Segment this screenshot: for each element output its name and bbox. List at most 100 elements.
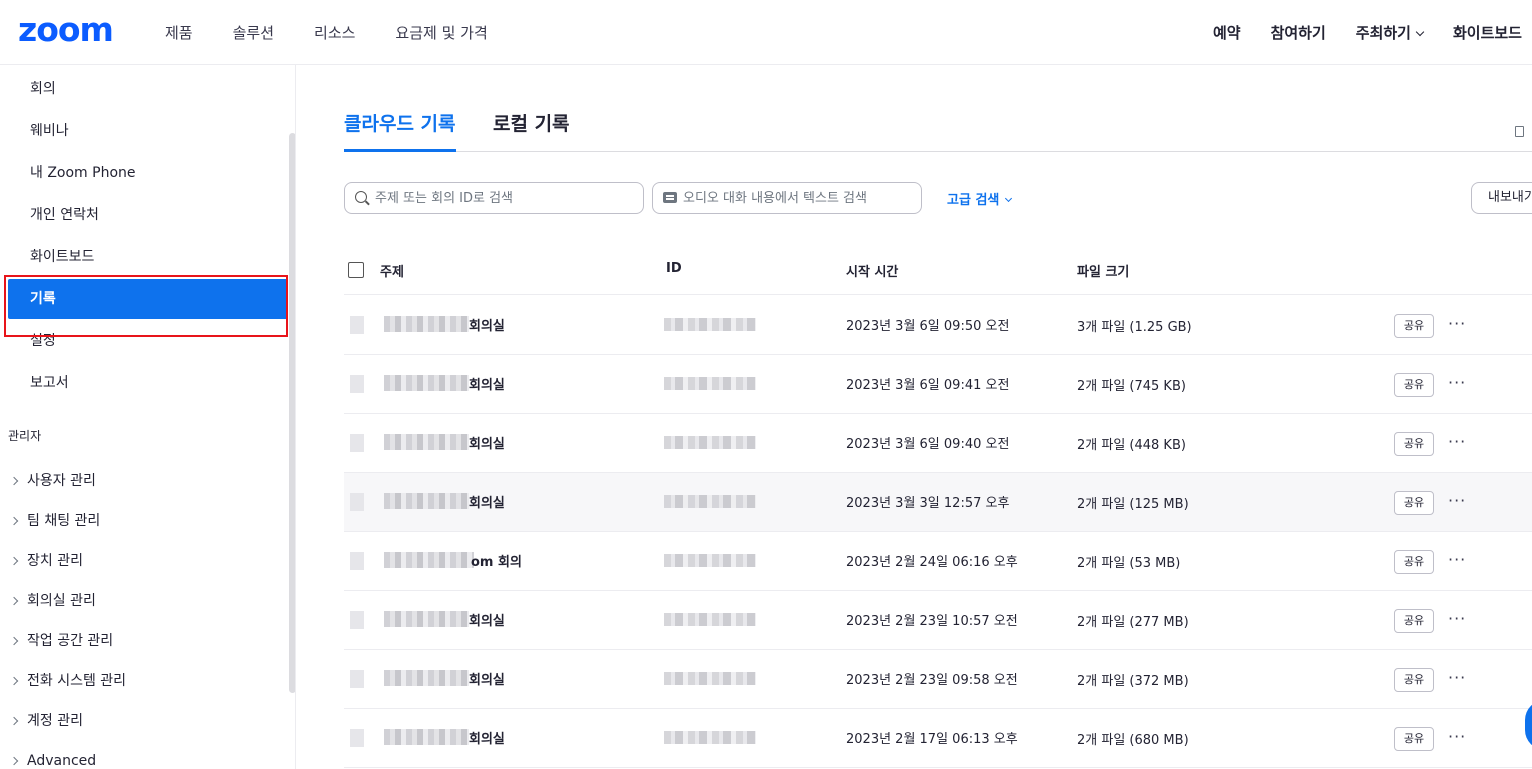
table-row[interactable]: 회의실 2023년 2월 17일 06:13 오후 2개 파일 (680 MB)…: [344, 709, 1532, 768]
recording-file-size[interactable]: 3개 파일 (1.25 GB): [1077, 316, 1192, 335]
export-button[interactable]: 내보내기: [1471, 182, 1532, 214]
share-button[interactable]: 공유: [1394, 373, 1434, 397]
sidebar: 회의 웨비나 내 Zoom Phone 개인 연락처 화이트보드 기록 설정 보…: [0, 65, 296, 769]
chevron-right-icon: [9, 596, 19, 606]
more-options-icon[interactable]: ···: [1448, 550, 1466, 569]
table-row[interactable]: 회의실 2023년 3월 6일 09:41 오전 2개 파일 (745 KB) …: [344, 355, 1532, 414]
sidebar-group-account[interactable]: 계정 관리: [8, 701, 288, 741]
sidebar-group-label: Advanced: [27, 753, 97, 769]
nav-schedule[interactable]: 예약: [1213, 22, 1241, 43]
table-row[interactable]: 회의실 2023년 3월 3일 12:57 오후 2개 파일 (125 MB) …: [344, 473, 1532, 532]
sidebar-group-team-chat[interactable]: 팀 채팅 관리: [8, 501, 288, 541]
redacted-meeting-id: [664, 377, 756, 390]
sidebar-group-phone-system[interactable]: 전화 시스템 관리: [8, 661, 288, 701]
more-options-icon[interactable]: ···: [1448, 314, 1466, 333]
sidebar-item-zoom-phone[interactable]: 내 Zoom Phone: [8, 153, 288, 193]
more-options-icon[interactable]: ···: [1448, 668, 1466, 687]
nav-whiteboard[interactable]: 화이트보드: [1453, 22, 1522, 43]
table-row[interactable]: om 회의 2023년 2월 24일 06:16 오후 2개 파일 (53 MB…: [344, 532, 1532, 591]
sidebar-group-room[interactable]: 회의실 관리: [8, 581, 288, 621]
recording-topic[interactable]: 회의실: [469, 374, 505, 393]
highlight-box: [4, 275, 288, 337]
more-options-icon[interactable]: ···: [1448, 432, 1466, 451]
chevron-right-icon: [9, 676, 19, 686]
share-button[interactable]: 공유: [1394, 314, 1434, 338]
tab-cloud-recordings[interactable]: 클라우드 기록: [344, 105, 456, 152]
recording-thumbnail: [350, 552, 364, 570]
table-row[interactable]: 회의실 2023년 2월 23일 09:58 오전 2개 파일 (372 MB)…: [344, 650, 1532, 709]
redacted-topic: [384, 316, 469, 332]
recording-file-size[interactable]: 2개 파일 (125 MB): [1077, 493, 1189, 512]
table-header: 주제 ID 시작 시간 파일 크기: [344, 245, 1532, 295]
chevron-down-icon: [1415, 27, 1425, 37]
sidebar-item-reports[interactable]: 보고서: [8, 363, 288, 403]
nav-products[interactable]: 제품: [165, 22, 193, 43]
share-button[interactable]: 공유: [1394, 550, 1434, 574]
share-button[interactable]: 공유: [1394, 491, 1434, 515]
sidebar-item-contacts[interactable]: 개인 연락처: [8, 195, 288, 235]
nav-resources[interactable]: 리소스: [314, 22, 355, 43]
recording-topic[interactable]: 회의실: [469, 728, 505, 747]
more-options-icon[interactable]: ···: [1448, 727, 1466, 746]
sidebar-group-user-management[interactable]: 사용자 관리: [8, 461, 288, 501]
recording-start-time: 2023년 2월 24일 06:16 오후: [846, 555, 1018, 570]
transcript-search-input[interactable]: [683, 187, 913, 209]
sidebar-group-label: 팀 채팅 관리: [27, 513, 101, 529]
recording-file-size[interactable]: 2개 파일 (680 MB): [1077, 729, 1189, 748]
advanced-search-toggle[interactable]: 고급 검색: [947, 189, 1013, 208]
sidebar-group-device[interactable]: 장치 관리: [8, 541, 288, 581]
sidebar-group-workspace[interactable]: 작업 공간 관리: [8, 621, 288, 661]
transcript-icon: [663, 192, 677, 203]
sidebar-item-meetings[interactable]: 회의: [8, 69, 288, 109]
search-icon: [355, 191, 367, 203]
header-topic: 주제: [380, 265, 404, 280]
nav-host[interactable]: 주최하기: [1355, 22, 1425, 43]
recording-topic[interactable]: 회의실: [469, 610, 505, 629]
redacted-meeting-id: [664, 318, 756, 331]
more-options-icon[interactable]: ···: [1448, 373, 1466, 392]
transcript-search[interactable]: [652, 182, 922, 214]
share-button[interactable]: 공유: [1394, 668, 1434, 692]
recording-file-size[interactable]: 2개 파일 (448 KB): [1077, 434, 1186, 453]
recording-file-size[interactable]: 2개 파일 (372 MB): [1077, 670, 1189, 689]
sidebar-scrollbar[interactable]: [289, 133, 295, 693]
table-row[interactable]: 회의실 2023년 2월 23일 10:57 오전 2개 파일 (277 MB)…: [344, 591, 1532, 650]
redacted-meeting-id: [664, 436, 756, 449]
recording-topic[interactable]: om 회의: [471, 551, 522, 570]
recording-file-size[interactable]: 2개 파일 (277 MB): [1077, 611, 1189, 630]
recording-thumbnail: [350, 729, 364, 747]
recording-topic[interactable]: 회의실: [469, 315, 505, 334]
recording-topic[interactable]: 회의실: [469, 433, 505, 452]
document-link[interactable]: 문: [1515, 121, 1532, 140]
recording-file-size[interactable]: 2개 파일 (745 KB): [1077, 375, 1186, 394]
select-all-checkbox[interactable]: [348, 262, 364, 278]
sidebar-item-webinars[interactable]: 웨비나: [8, 111, 288, 151]
topic-search-input[interactable]: [375, 187, 605, 209]
sidebar-group-advanced[interactable]: Advanced: [8, 741, 288, 769]
more-options-icon[interactable]: ···: [1448, 491, 1466, 510]
recording-start-time: 2023년 3월 6일 09:50 오전: [846, 319, 1010, 334]
share-button[interactable]: 공유: [1394, 609, 1434, 633]
share-button[interactable]: 공유: [1394, 727, 1434, 751]
sidebar-item-whiteboards[interactable]: 화이트보드: [8, 237, 288, 277]
recording-start-time: 2023년 2월 23일 09:58 오전: [846, 673, 1018, 688]
redacted-topic: [384, 611, 469, 627]
sidebar-group-label: 계정 관리: [27, 713, 83, 729]
recording-file-size[interactable]: 2개 파일 (53 MB): [1077, 552, 1180, 571]
zoom-logo[interactable]: zoom: [18, 12, 114, 48]
table-row[interactable]: 회의실 2023년 3월 6일 09:50 오전 3개 파일 (1.25 GB)…: [344, 296, 1532, 355]
top-navigation: zoom 제품 솔루션 리소스 요금제 및 가격 예약 참여하기 주최하기 화이…: [0, 0, 1532, 65]
recording-start-time: 2023년 3월 6일 09:40 오전: [846, 437, 1010, 452]
nav-solutions[interactable]: 솔루션: [233, 22, 274, 43]
recording-topic[interactable]: 회의실: [469, 669, 505, 688]
nav-join[interactable]: 참여하기: [1271, 22, 1326, 43]
share-button[interactable]: 공유: [1394, 432, 1434, 456]
more-options-icon[interactable]: ···: [1448, 609, 1466, 628]
topic-search[interactable]: [344, 182, 644, 214]
table-row[interactable]: 회의실 2023년 3월 6일 09:40 오전 2개 파일 (448 KB) …: [344, 414, 1532, 473]
recording-topic[interactable]: 회의실: [469, 492, 505, 511]
tab-local-recordings[interactable]: 로컬 기록: [493, 105, 570, 152]
recording-tabs: 클라우드 기록 로컬 기록 문: [344, 105, 1532, 152]
nav-pricing[interactable]: 요금제 및 가격: [395, 22, 487, 43]
nav-host-label: 주최하기: [1355, 24, 1411, 42]
